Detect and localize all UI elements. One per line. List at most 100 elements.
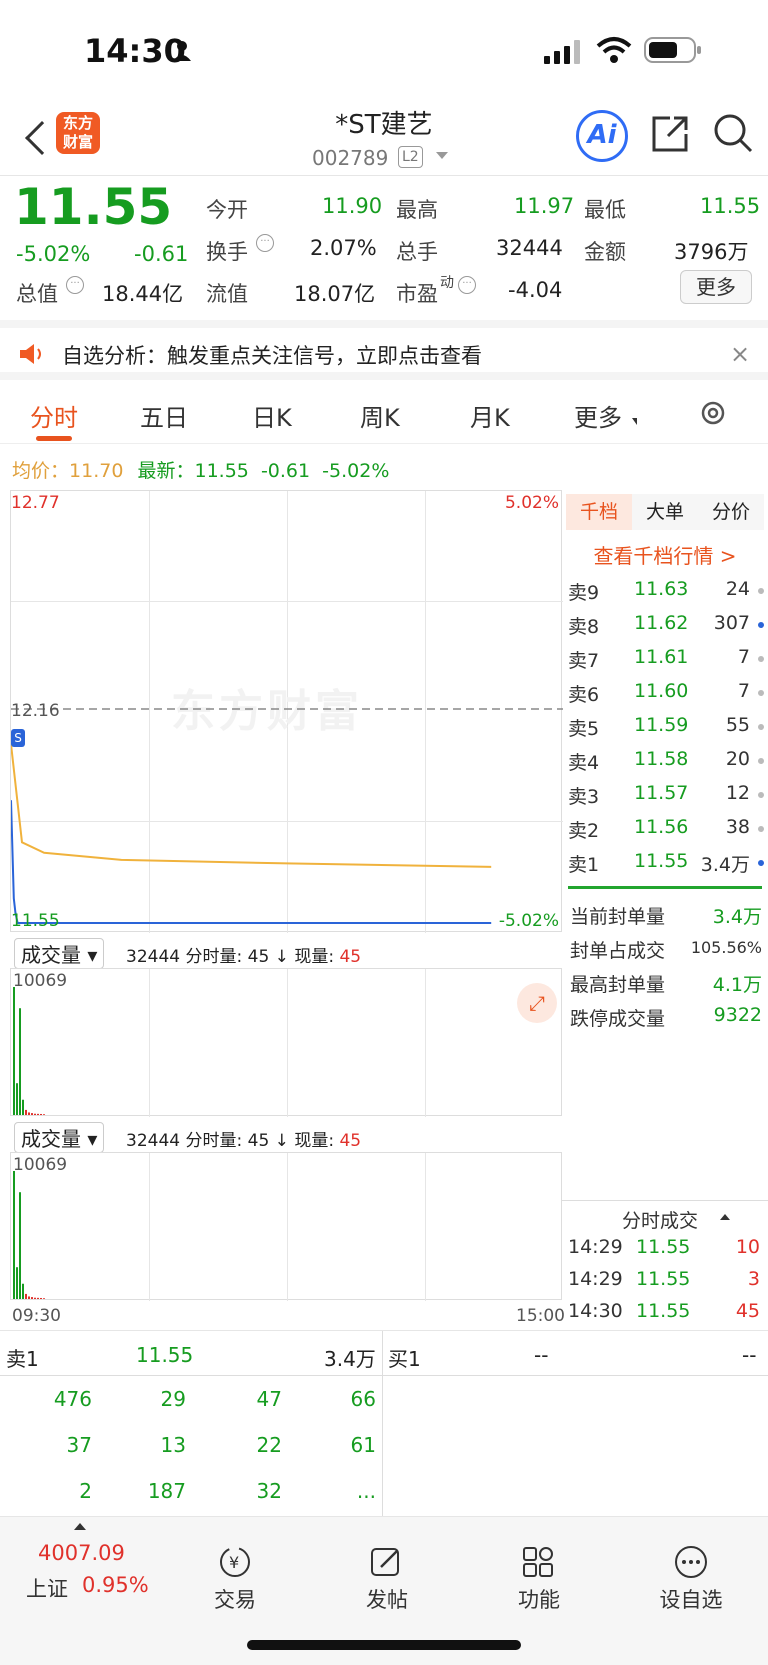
tab-monthly[interactable]: 月K bbox=[470, 398, 510, 433]
ask-row[interactable]: 卖4 11.58 20 bbox=[568, 744, 764, 778]
tab-price-dist[interactable]: 分价 bbox=[698, 494, 764, 530]
ask-label: 卖2 bbox=[568, 820, 600, 842]
ask-volume: 307 bbox=[713, 612, 750, 634]
ask-label: 卖4 bbox=[568, 752, 600, 774]
queue-order: 32 bbox=[256, 1479, 282, 1503]
gear-icon[interactable] bbox=[698, 398, 728, 434]
tick-time: 14:30 bbox=[568, 1300, 623, 1322]
y-bottom-label: 11.55 bbox=[11, 911, 60, 931]
more-dots-icon bbox=[675, 1546, 707, 1578]
signal-icon bbox=[544, 40, 582, 68]
depth-link[interactable]: 查看千档行情 > bbox=[566, 540, 764, 569]
search-icon[interactable] bbox=[712, 112, 754, 158]
series-line bbox=[11, 743, 492, 868]
close-icon[interactable]: × bbox=[730, 340, 750, 368]
ask-volume: 3.4万 bbox=[700, 854, 750, 876]
tab-bigorder[interactable]: 大单 bbox=[632, 494, 698, 530]
notice-banner[interactable]: 自选分析：触发重点关注信号，立即点击查看 × bbox=[0, 320, 768, 380]
stock-code[interactable]: 002789 bbox=[312, 146, 388, 170]
price-chart[interactable]: 东方财富 12.77 12.16 11.55 5.02% -5.02% S bbox=[10, 490, 563, 933]
ticks-title[interactable]: 分时成交 bbox=[622, 1206, 698, 1233]
tab-weekly[interactable]: 周K bbox=[360, 398, 400, 433]
volume-bar bbox=[19, 1192, 21, 1299]
level-badge[interactable]: L2 bbox=[398, 146, 423, 168]
volume-chart-2[interactable]: 10069 bbox=[10, 1152, 562, 1301]
tab-daily[interactable]: 日K bbox=[252, 398, 292, 433]
ask-row[interactable]: 卖5 11.59 55 bbox=[568, 710, 764, 744]
chevron-down-icon[interactable] bbox=[436, 152, 448, 159]
tab-functions[interactable]: 功能 bbox=[484, 1545, 594, 1614]
tick-time: 14:29 bbox=[568, 1236, 623, 1258]
ask-row[interactable]: 卖9 11.63 24 bbox=[568, 574, 764, 608]
dot-icon bbox=[758, 588, 764, 594]
dot-icon bbox=[758, 792, 764, 798]
pe-value: -4.04 bbox=[508, 278, 563, 302]
volume-bar bbox=[16, 1083, 18, 1115]
volume-bar bbox=[31, 1113, 33, 1115]
marker-badge: S bbox=[11, 729, 25, 747]
volume-toolbar-2: 成交量 ▾ 32444 分时量: 45 ↓ 现量: 45 bbox=[10, 1118, 562, 1154]
info-icon[interactable]: ··· bbox=[66, 276, 84, 294]
ask-label: 卖1 bbox=[568, 854, 600, 876]
info-icon[interactable]: ··· bbox=[256, 234, 274, 252]
index-name[interactable]: 上证 bbox=[26, 1573, 68, 1603]
low-value: 11.55 bbox=[700, 194, 761, 218]
ask-volume: 12 bbox=[725, 782, 750, 804]
ask-row[interactable]: 卖2 11.56 38 bbox=[568, 812, 764, 846]
bottom-book: 卖1 11.55 3.4万 买1 -- -- 476 29 47 66 37 13 22 61… bbox=[0, 1330, 768, 1517]
tab-more[interactable]: 更多 bbox=[574, 398, 622, 433]
turnover-value: 2.07% bbox=[310, 236, 377, 260]
volume-bar bbox=[28, 1112, 30, 1115]
ask-price: 11.63 bbox=[634, 578, 689, 600]
queue-order: 476 bbox=[53, 1387, 92, 1411]
index-value[interactable]: 4007.09 bbox=[38, 1541, 125, 1565]
volume-selector[interactable]: 成交量 ▾ bbox=[14, 1122, 105, 1153]
ask-volume: 7 bbox=[737, 680, 750, 702]
tab-intraday[interactable]: 分时 bbox=[30, 398, 78, 433]
tab-depth[interactable]: 千档 bbox=[566, 494, 632, 530]
share-icon[interactable] bbox=[650, 114, 690, 158]
ask-price: 11.55 bbox=[634, 850, 689, 872]
volume-bar bbox=[13, 987, 15, 1115]
pct-top-label: 5.02% bbox=[504, 493, 559, 513]
caret-icon bbox=[632, 418, 637, 425]
float-value: 18.07亿 bbox=[294, 282, 376, 306]
speaker-icon bbox=[18, 342, 46, 370]
person-icon bbox=[172, 40, 192, 62]
dot-icon bbox=[758, 656, 764, 662]
status-bar: 14:30 bbox=[0, 0, 768, 100]
ask-row[interactable]: 卖6 11.60 7 bbox=[568, 676, 764, 710]
info-icon[interactable]: ··· bbox=[458, 276, 476, 294]
volume-bar bbox=[16, 1267, 18, 1299]
ask-row[interactable]: 卖3 11.57 12 bbox=[568, 778, 764, 812]
sell1-volume: 3.4万 bbox=[324, 1347, 376, 1371]
tick-volume: 3 bbox=[747, 1268, 760, 1290]
queue-order: 61 bbox=[350, 1433, 376, 1457]
pct-bottom-label: -5.02% bbox=[498, 911, 559, 931]
volume-chart-1[interactable]: 10069 ⤢ bbox=[10, 968, 562, 1117]
tab-post[interactable]: 发帖 bbox=[332, 1545, 442, 1614]
ask-row[interactable]: 卖1 11.55 3.4万 bbox=[568, 846, 764, 880]
index-pct[interactable]: 0.95% bbox=[82, 1573, 149, 1597]
volume-value: 32444 bbox=[496, 236, 563, 260]
volume-selector[interactable]: 成交量 ▾ bbox=[14, 938, 105, 969]
ask-label: 卖6 bbox=[568, 684, 600, 706]
battery-icon bbox=[644, 36, 702, 68]
more-button[interactable]: 更多 bbox=[680, 270, 752, 304]
ask-price: 11.59 bbox=[634, 714, 689, 736]
ask-row[interactable]: 卖8 11.62 307 bbox=[568, 608, 764, 642]
volume-info: 32444 分时量: 45 ↓ 现量: 45 bbox=[126, 1131, 362, 1151]
ai-button[interactable]: Ai bbox=[576, 110, 628, 162]
ask-row[interactable]: 卖7 11.61 7 bbox=[568, 642, 764, 676]
tab-5day[interactable]: 五日 bbox=[140, 398, 188, 433]
tab-trade[interactable]: ¥ 交易 bbox=[180, 1545, 290, 1614]
volume-bar bbox=[22, 1099, 24, 1115]
dot-icon bbox=[758, 622, 764, 628]
volume-bar bbox=[43, 1298, 45, 1299]
latest-change: -0.61 bbox=[260, 460, 311, 482]
tab-add-watchlist[interactable]: 设自选 bbox=[636, 1545, 746, 1614]
dot-icon bbox=[758, 826, 764, 832]
expand-icon[interactable]: ⤢ bbox=[517, 983, 557, 1023]
y-top-label: 12.77 bbox=[11, 493, 60, 513]
ask-volume: 24 bbox=[725, 578, 750, 600]
